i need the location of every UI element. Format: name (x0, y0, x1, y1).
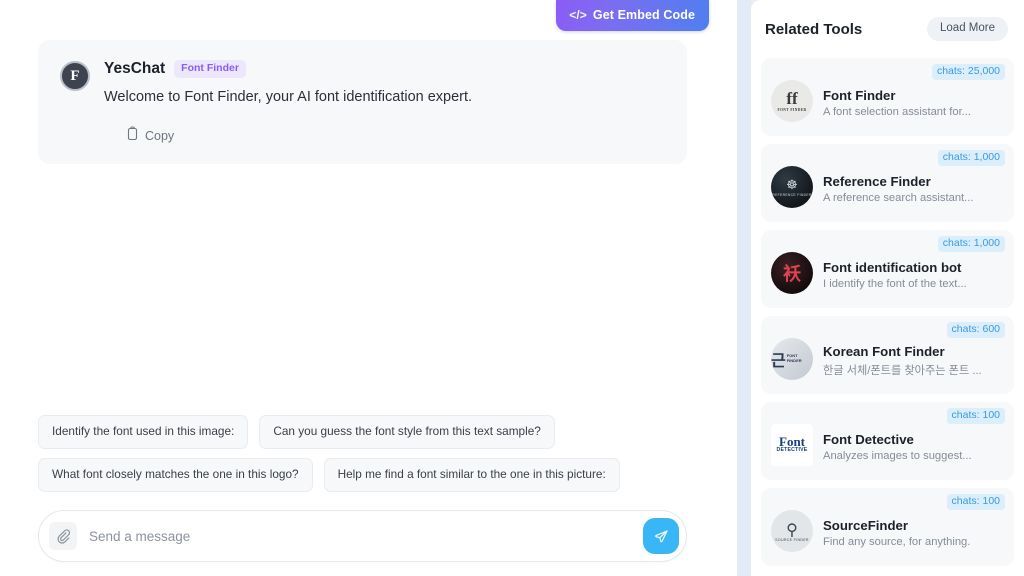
chats-badge: chats: 100 (946, 408, 1005, 424)
copy-button[interactable]: Copy (126, 126, 174, 146)
related-tools-header: Related Tools Load More (751, 0, 1024, 58)
tool-avatar-text: ☸ (786, 176, 798, 192)
tool-avatar-icon: 袄 (771, 251, 813, 294)
tool-text: Font Finder A font selection assistant f… (823, 75, 1004, 118)
app-root: </> Get Embed Code F YesChat Font Finder… (0, 0, 1024, 576)
tool-text: Korean Font Finder 한글 서체/폰트를 찾아주는 폰트 ... (823, 331, 1004, 378)
message-list: F YesChat Font Finder Welcome to Font Fi… (38, 40, 687, 165)
suggestion-chip-2[interactable]: Can you guess the font style from this t… (259, 415, 555, 450)
assistant-message: F YesChat Font Finder Welcome to Font Fi… (38, 40, 687, 165)
tool-avatar-icon: ☸ REFERENCE FINDER (771, 165, 813, 208)
chats-badge: chats: 100 (946, 494, 1005, 510)
copy-label: Copy (145, 129, 175, 144)
tool-description: A font selection assistant for... (823, 105, 972, 118)
get-embed-code-button[interactable]: </> Get Embed Code (556, 0, 709, 31)
tool-avatar-icon: Font DETECTIVE (771, 423, 813, 466)
chats-badge: chats: 600 (946, 322, 1005, 338)
tool-name: Reference Finder (823, 173, 931, 189)
tool-text: Font Detective Analyzes images to sugges… (823, 419, 1004, 462)
suggestion-chip-1[interactable]: Identify the font used in this image: (38, 415, 249, 450)
composer-wrapper (38, 510, 687, 562)
tool-text: SourceFinder Find any source, for anythi… (823, 505, 1004, 548)
send-plane-icon (654, 529, 668, 542)
suggestion-chips: Identify the font used in this image: Ca… (38, 415, 687, 492)
bot-tag-badge: Font Finder (174, 60, 246, 78)
tool-avatar-sub: REFERENCE FINDER (772, 192, 812, 197)
tool-description: Find any source, for anything. (823, 535, 971, 548)
tool-avatar-sub: FONT FINDER (786, 352, 802, 363)
composer (38, 510, 687, 562)
tool-avatar-text: 근 (771, 350, 786, 370)
tool-avatar-icon: 근 FONT FINDER (771, 337, 813, 380)
tool-description: I identify the font of the text... (823, 277, 967, 290)
tool-card[interactable]: chats: 1,000 袄 Font identification bot I… (761, 230, 1014, 308)
tool-name: Font Finder (823, 87, 896, 103)
message-text: Welcome to Font Finder, your AI font ide… (104, 89, 473, 105)
tool-text: Font identification bot I identify the f… (823, 247, 1004, 290)
tool-text: Reference Finder A reference search assi… (823, 161, 1004, 204)
chats-badge: chats: 1,000 (937, 150, 1005, 166)
paperclip-icon[interactable] (49, 522, 77, 550)
chats-badge: chats: 25,000 (931, 64, 1005, 80)
bot-name: YesChat (104, 60, 166, 77)
code-icon: </> (569, 8, 587, 22)
send-button[interactable] (643, 518, 679, 554)
chat-panel: </> Get Embed Code F YesChat Font Finder… (0, 0, 737, 576)
related-tools-title: Related Tools (765, 20, 863, 38)
tool-card[interactable]: chats: 1,000 ☸ REFERENCE FINDER Referenc… (761, 144, 1014, 222)
chat-scroll-space (0, 164, 737, 415)
tool-name: SourceFinder (823, 517, 909, 533)
tool-avatar-text: ff (786, 89, 798, 108)
tool-card[interactable]: chats: 100 ⚲ SOURCE FINDER SourceFinder … (761, 488, 1014, 566)
tool-card[interactable]: chats: 100 Font DETECTIVE Font Detective… (761, 402, 1014, 480)
tool-avatar-text: 袄 (783, 263, 801, 285)
clipboard-icon (126, 126, 139, 146)
tool-description: Analyzes images to suggest... (823, 449, 972, 462)
tool-name: Font Detective (823, 431, 914, 447)
message-input[interactable] (77, 511, 643, 561)
tool-description: 한글 서체/폰트를 찾아주는 폰트 ... (823, 364, 982, 377)
tool-card[interactable]: chats: 25,000 ff FONT FINDER Font Finder… (761, 58, 1014, 136)
chats-badge: chats: 1,000 (937, 236, 1005, 252)
tool-avatar-text: ⚲ (786, 521, 798, 539)
tool-avatar-sub: DETECTIVE (776, 447, 808, 454)
avatar: F (60, 61, 90, 91)
tool-avatar-sub: FONT FINDER (777, 108, 807, 112)
message-body: YesChat Font Finder Welcome to Font Find… (104, 60, 665, 146)
suggestion-chip-3[interactable]: What font closely matches the one in thi… (38, 458, 313, 492)
tool-avatar-icon: ⚲ SOURCE FINDER (771, 509, 813, 552)
message-header: YesChat Font Finder (104, 60, 665, 78)
tool-avatar-icon: ff FONT FINDER (771, 79, 813, 122)
tool-card[interactable]: chats: 600 근 FONT FINDER Korean Font Fin… (761, 316, 1014, 394)
panel-divider (737, 0, 751, 576)
tool-name: Font identification bot (823, 259, 962, 275)
related-tools-panel: Related Tools Load More chats: 25,000 ff… (751, 0, 1024, 576)
get-embed-code-label: Get Embed Code (592, 8, 695, 22)
tool-name: Korean Font Finder (823, 343, 945, 359)
load-more-button[interactable]: Load More (927, 16, 1008, 42)
tool-avatar-sub: SOURCE FINDER (775, 537, 809, 542)
related-tools-list: chats: 25,000 ff FONT FINDER Font Finder… (751, 58, 1024, 576)
tool-description: A reference search assistant... (823, 191, 974, 204)
suggestion-chip-4[interactable]: Help me find a font similar to the one i… (323, 458, 620, 492)
